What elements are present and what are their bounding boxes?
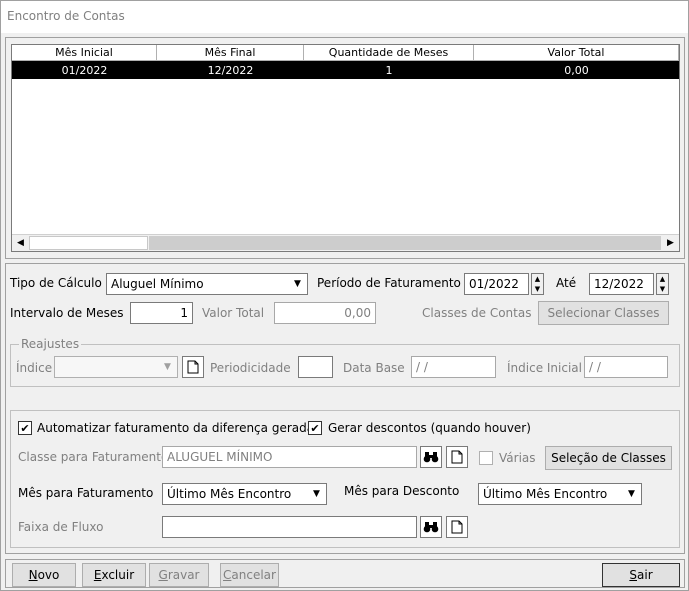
intervalo-meses-input[interactable]: 1 — [130, 302, 193, 324]
column-mes-inicial[interactable]: Mês Inicial — [12, 45, 157, 61]
window-title: Encontro de Contas — [7, 9, 125, 23]
chevron-down-icon[interactable]: ▼ — [308, 485, 325, 503]
excluir-button[interactable]: Excluir — [82, 563, 146, 587]
data-base-label: Data Base — [343, 361, 405, 375]
table-row[interactable]: 01/2022 12/2022 1 0,00 — [12, 61, 679, 79]
cell-mes-inicial: 01/2022 — [61, 63, 108, 77]
indice-inicial-input[interactable]: / / — [584, 356, 668, 378]
intervalo-meses-label: Intervalo de Meses — [10, 306, 124, 320]
mes-desconto-value: Último Mês Encontro — [483, 487, 608, 501]
scrollbar-thumb[interactable] — [29, 236, 148, 250]
excluir-mnemonic: E — [93, 568, 102, 582]
indice-label: Índice — [16, 361, 53, 375]
gravar-button[interactable]: Gravar — [149, 563, 209, 587]
spin-down-icon[interactable]: ▼ — [657, 284, 668, 294]
ate-label: Até — [556, 276, 577, 290]
cell-mes-final: 12/2022 — [207, 63, 254, 77]
spin-down-icon[interactable]: ▼ — [532, 284, 543, 294]
encontro-de-contas-window: Encontro de Contas Mês Inicial Mês Final… — [0, 0, 689, 591]
results-grid[interactable]: Mês Inicial Mês Final Quantidade de Mese… — [11, 44, 680, 252]
periodo-fim-input[interactable]: 12/2022 — [589, 273, 654, 295]
document-icon — [451, 450, 463, 464]
reajustes-legend: Reajustes — [19, 337, 82, 351]
gerar-descontos-checkbox[interactable]: ✔ — [308, 421, 322, 435]
valor-total-label: Valor Total — [202, 306, 265, 320]
spin-up-icon[interactable]: ▲ — [657, 274, 668, 284]
scroll-right-icon[interactable]: ▶ — [662, 235, 679, 251]
cancelar-button[interactable]: Cancelar — [220, 563, 279, 587]
faixa-fluxo-label: Faixa de Fluxo — [18, 520, 104, 534]
mes-desconto-label: Mês para Desconto — [344, 484, 460, 498]
form-panel: Tipo de Cálculo Aluguel Mínimo ▼ Período… — [5, 263, 685, 554]
automatizar-label: Automatizar faturamento da diferença ger… — [37, 421, 315, 435]
cell-quantidade: 1 — [385, 63, 393, 77]
horizontal-scrollbar[interactable]: ◀ ▶ — [12, 234, 679, 251]
cancelar-label: ancelar — [231, 568, 276, 582]
sair-label: air — [637, 568, 653, 582]
classe-faturamento-label: Classe para Faturamento — [18, 450, 169, 464]
novo-button[interactable]: Novo — [12, 563, 76, 587]
automatizar-checkbox[interactable]: ✔ — [18, 421, 32, 435]
column-valor-total[interactable]: Valor Total — [474, 45, 679, 61]
faixa-document-button[interactable] — [446, 516, 468, 538]
sair-button[interactable]: Sair — [602, 563, 680, 587]
grid-panel: Mês Inicial Mês Final Quantidade de Mese… — [5, 37, 685, 259]
classe-document-button[interactable] — [446, 446, 468, 468]
binoculars-icon — [423, 522, 439, 533]
classes-contas-label: Classes de Contas — [422, 306, 532, 320]
footer-toolbar: Novo Excluir Gravar Cancelar Sair — [5, 559, 685, 588]
sair-mnemonic: S — [629, 568, 637, 582]
selecionar-classes-button[interactable]: Selecionar Classes — [538, 301, 669, 325]
periodo-fim-spinner[interactable]: ▲ ▼ — [656, 273, 669, 295]
tipo-calculo-select[interactable]: Aluguel Mínimo ▼ — [106, 273, 308, 295]
indice-inicial-label: Índice Inicial — [507, 361, 582, 375]
periodicidade-label: Periodicidade — [210, 361, 291, 375]
gravar-mnemonic: G — [158, 568, 168, 582]
periodicidade-input[interactable] — [298, 356, 333, 378]
chevron-down-icon[interactable]: ▼ — [623, 485, 640, 503]
column-quantidade-meses[interactable]: Quantidade de Meses — [304, 45, 474, 61]
periodo-faturamento-label: Período de Faturamento — [317, 276, 461, 290]
cell-valor-total: 0,00 — [564, 63, 589, 77]
grid-header: Mês Inicial Mês Final Quantidade de Mese… — [12, 45, 679, 61]
cancelar-mnemonic: C — [223, 568, 232, 582]
periodo-inicio-input[interactable]: 01/2022 — [464, 273, 529, 295]
varias-label: Várias — [499, 451, 536, 465]
mes-faturamento-select[interactable]: Último Mês Encontro ▼ — [162, 483, 327, 505]
scrollbar-track[interactable] — [149, 236, 661, 250]
faixa-search-button[interactable] — [420, 516, 442, 538]
scroll-left-icon[interactable]: ◀ — [12, 235, 29, 251]
tipo-calculo-value: Aluguel Mínimo — [111, 277, 204, 291]
faixa-fluxo-input[interactable] — [162, 516, 417, 538]
valor-total-input[interactable]: 0,00 — [274, 302, 376, 324]
mes-faturamento-value: Último Mês Encontro — [167, 487, 292, 501]
selecao-classes-button[interactable]: Seleção de Classes — [545, 446, 672, 470]
indice-document-button[interactable] — [182, 356, 204, 378]
excluir-label: xcluir — [101, 568, 135, 582]
novo-mnemonic: N — [28, 568, 38, 582]
data-base-input[interactable]: / / — [411, 356, 496, 378]
document-icon — [187, 360, 199, 374]
periodo-inicio-spinner[interactable]: ▲ ▼ — [531, 273, 544, 295]
tipo-calculo-label: Tipo de Cálculo — [10, 276, 102, 290]
chevron-down-icon[interactable]: ▼ — [159, 358, 176, 376]
classe-search-button[interactable] — [420, 446, 442, 468]
spin-up-icon[interactable]: ▲ — [532, 274, 543, 284]
title-bar: Encontro de Contas — [1, 1, 688, 33]
mes-faturamento-label: Mês para Faturamento — [18, 486, 154, 500]
binoculars-icon — [423, 452, 439, 463]
chevron-down-icon[interactable]: ▼ — [289, 275, 306, 293]
indice-select[interactable]: ▼ — [54, 356, 178, 378]
document-icon — [451, 520, 463, 534]
varias-checkbox[interactable] — [479, 451, 493, 465]
mes-desconto-select[interactable]: Último Mês Encontro ▼ — [478, 483, 642, 505]
classe-faturamento-input[interactable]: ALUGUEL MÍNIMO — [162, 446, 417, 468]
novo-label: ovo — [37, 568, 60, 582]
gravar-label: ravar — [167, 568, 200, 582]
gerar-descontos-label: Gerar descontos (quando houver) — [328, 421, 531, 435]
column-mes-final[interactable]: Mês Final — [157, 45, 304, 61]
